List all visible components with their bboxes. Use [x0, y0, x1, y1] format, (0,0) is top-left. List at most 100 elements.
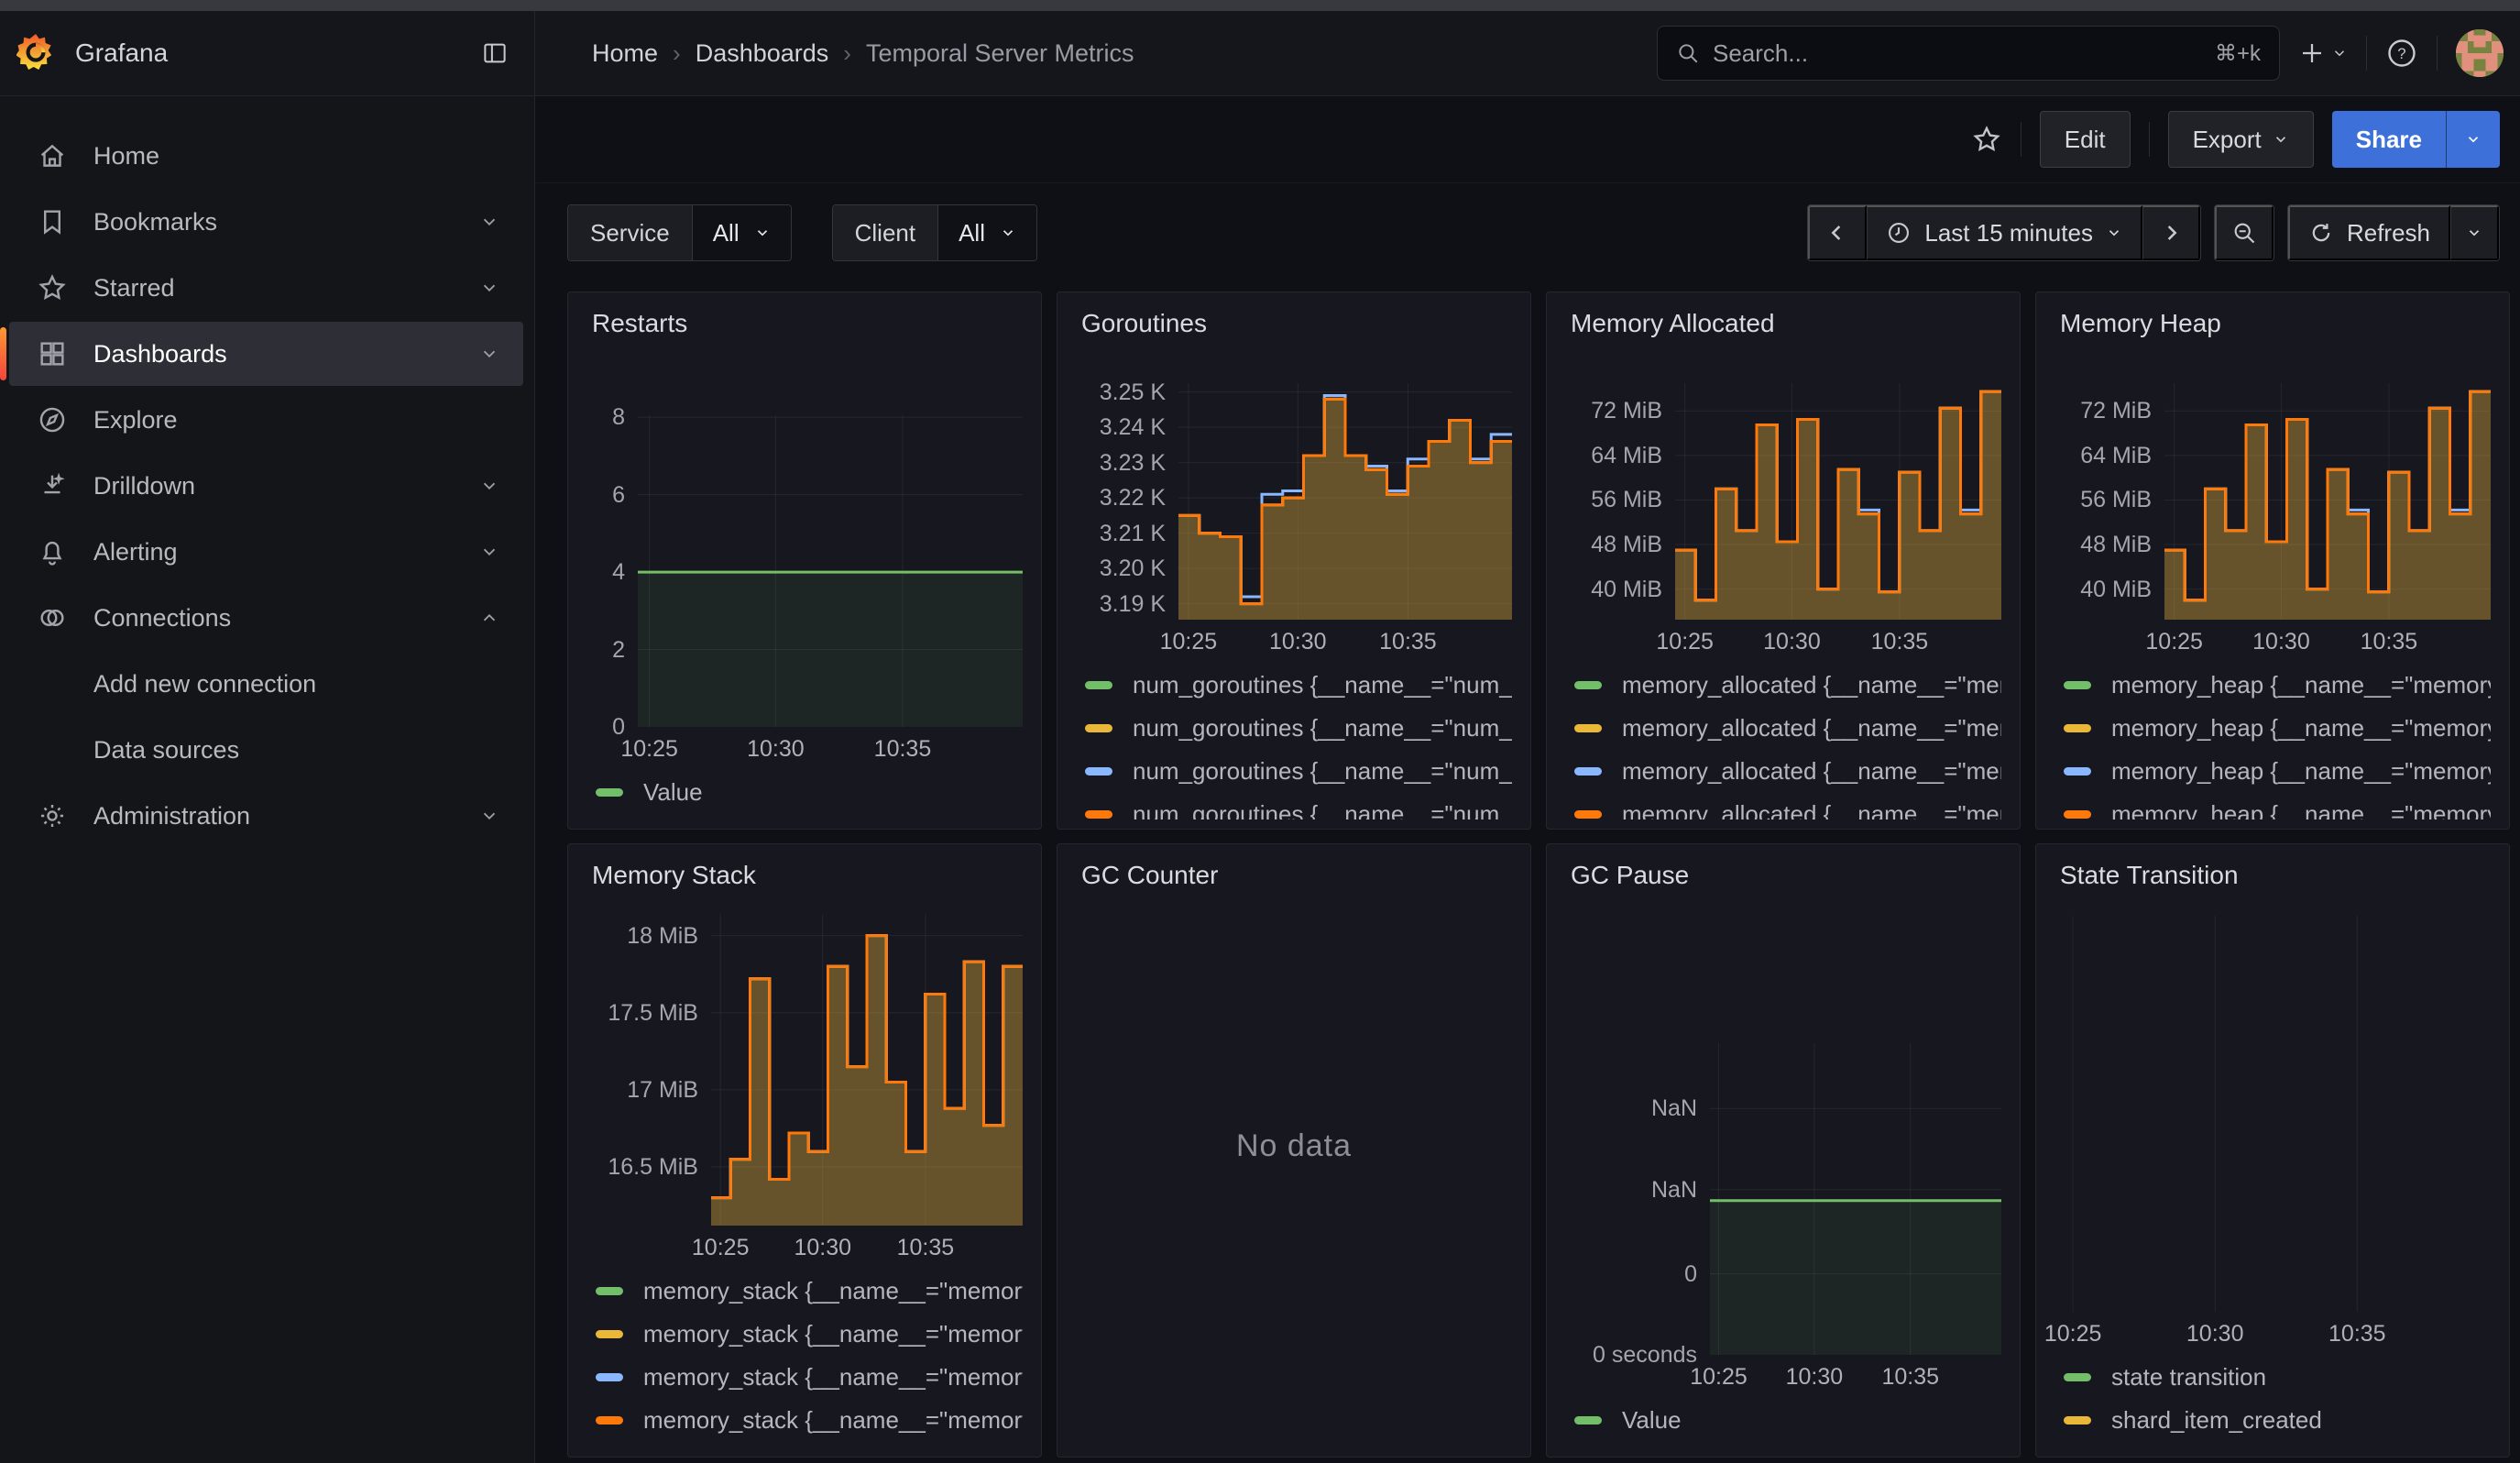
- legend-label[interactable]: Value: [1622, 1406, 1682, 1435]
- favorite-star-icon[interactable]: [1971, 124, 2002, 155]
- search-input[interactable]: Search... ⌘+k: [1657, 26, 2280, 81]
- help-button[interactable]: ?: [2385, 37, 2418, 70]
- legend-item[interactable]: memory_heap {__name__="memory_h: [2064, 755, 2491, 786]
- chevron-down-icon[interactable]: [479, 806, 499, 826]
- panel-title[interactable]: Memory Heap: [2060, 309, 2491, 338]
- legend-label[interactable]: num_goroutines {__name__="num_go: [1133, 800, 1512, 820]
- chart-plot[interactable]: [2060, 916, 2491, 1312]
- legend-item[interactable]: num_goroutines {__name__="num_go: [1085, 712, 1512, 743]
- user-avatar[interactable]: [2456, 29, 2504, 77]
- add-new-button[interactable]: [2298, 39, 2348, 67]
- legend-label[interactable]: memory_stack {__name__="memory_s: [643, 1320, 1023, 1348]
- legend-item[interactable]: num_goroutines {__name__="num_go: [1085, 755, 1512, 786]
- legend-label[interactable]: num_goroutines {__name__="num_go: [1133, 757, 1512, 786]
- sidebar-item-explore[interactable]: Explore: [9, 388, 523, 452]
- time-range-picker[interactable]: Last 15 minutes: [1867, 205, 2142, 260]
- client-filter-value[interactable]: All: [938, 205, 1036, 260]
- chevron-down-icon[interactable]: [479, 344, 499, 364]
- legend-label[interactable]: memory_heap {__name__="memory_h: [2111, 800, 2491, 820]
- legend-item[interactable]: memory_stack {__name__="memory_s: [596, 1361, 1023, 1392]
- legend-item[interactable]: memory_allocated {__name__="memo: [1574, 712, 2001, 743]
- sidebar-item-data-sources[interactable]: Data sources: [9, 718, 523, 782]
- legend-label[interactable]: memory_allocated {__name__="memo: [1622, 671, 2001, 699]
- chart-plot[interactable]: [2164, 383, 2491, 620]
- legend-item[interactable]: memory_stack {__name__="memory_s: [596, 1275, 1023, 1306]
- chart-plot[interactable]: [1675, 383, 2001, 620]
- share-options-button[interactable]: [2446, 111, 2500, 168]
- time-shift-back-button[interactable]: [1808, 205, 1867, 260]
- panel-title[interactable]: Memory Allocated: [1571, 309, 2001, 338]
- legend-label[interactable]: Value: [643, 778, 703, 807]
- legend-label[interactable]: memory_allocated {__name__="memo: [1622, 757, 2001, 786]
- legend-label[interactable]: memory_heap {__name__="memory_h: [2111, 671, 2491, 699]
- sidebar-item-drilldown[interactable]: Drilldown: [9, 454, 523, 518]
- legend-label[interactable]: memory_stack {__name__="memory_s: [643, 1363, 1023, 1392]
- dock-sidebar-icon[interactable]: [479, 39, 510, 67]
- legend-label[interactable]: memory_heap {__name__="memory_h: [2111, 757, 2491, 786]
- chart-plot[interactable]: [1710, 1043, 2001, 1355]
- sidebar-item-connections[interactable]: Connections: [9, 586, 523, 650]
- refresh-button[interactable]: Refresh: [2288, 205, 2450, 260]
- y-axis-tick-label: 3.25 K: [1057, 379, 1166, 406]
- breadcrumb-dashboards[interactable]: Dashboards: [696, 39, 829, 68]
- panel-title[interactable]: GC Counter: [1081, 861, 1512, 890]
- legend-item[interactable]: memory_allocated {__name__="memo: [1574, 798, 2001, 820]
- legend-label[interactable]: memory_stack {__name__="memory_s: [643, 1406, 1023, 1435]
- chevron-down-icon[interactable]: [479, 542, 499, 562]
- sidebar-item-bookmarks[interactable]: Bookmarks: [9, 190, 523, 254]
- legend-label[interactable]: memory_allocated {__name__="memo: [1622, 800, 2001, 820]
- legend-item[interactable]: memory_heap {__name__="memory_h: [2064, 712, 2491, 743]
- chevron-down-icon[interactable]: [479, 476, 499, 496]
- legend-item[interactable]: memory_stack {__name__="memory_s: [596, 1404, 1023, 1436]
- refresh-interval-button[interactable]: [2450, 205, 2499, 260]
- chart-plot[interactable]: [638, 415, 1023, 727]
- share-button[interactable]: Share: [2332, 111, 2446, 168]
- edit-button[interactable]: Edit: [2040, 111, 2131, 168]
- legend-item[interactable]: Value: [1574, 1404, 2001, 1436]
- chart-plot[interactable]: [711, 914, 1023, 1226]
- legend-item[interactable]: state transition: [2064, 1361, 2491, 1392]
- legend-label[interactable]: memory_stack {__name__="memory_s: [643, 1277, 1023, 1305]
- chevron-down-icon[interactable]: [479, 278, 499, 298]
- chart-plot[interactable]: [1178, 383, 1512, 620]
- y-axis-tick-label: 48 MiB: [2035, 531, 2152, 558]
- time-shift-forward-button[interactable]: [2142, 205, 2200, 260]
- legend-item[interactable]: memory_stack {__name__="memory_s: [596, 1318, 1023, 1349]
- service-filter-value[interactable]: All: [693, 205, 791, 260]
- export-button[interactable]: Export: [2168, 111, 2314, 168]
- sidebar-item-add-new-connection[interactable]: Add new connection: [9, 652, 523, 716]
- legend-label[interactable]: num_goroutines {__name__="num_go: [1133, 714, 1512, 742]
- chevron-up-icon[interactable]: [479, 608, 499, 628]
- sidebar-item-alerting[interactable]: Alerting: [9, 520, 523, 584]
- x-axis-tick-label: 10:25: [1690, 1364, 1748, 1391]
- legend-item[interactable]: memory_allocated {__name__="memo: [1574, 755, 2001, 786]
- legend-label[interactable]: state transition: [2111, 1363, 2266, 1392]
- legend-item[interactable]: num_goroutines {__name__="num_go: [1085, 669, 1512, 700]
- legend-item[interactable]: memory_heap {__name__="memory_h: [2064, 669, 2491, 700]
- legend-label[interactable]: memory_heap {__name__="memory_h: [2111, 714, 2491, 742]
- x-axis-tick-label: 10:30: [1763, 629, 1821, 655]
- panel-title[interactable]: GC Pause: [1571, 861, 2001, 890]
- sidebar-item-administration[interactable]: Administration: [9, 784, 523, 848]
- sidebar-item-dashboards[interactable]: Dashboards: [9, 322, 523, 386]
- panel-title[interactable]: Restarts: [592, 309, 1023, 338]
- zoom-out-button[interactable]: [2215, 205, 2273, 260]
- legend-label[interactable]: num_goroutines {__name__="num_go: [1133, 671, 1512, 699]
- panel-title[interactable]: Goroutines: [1081, 309, 1512, 338]
- panel-title[interactable]: Memory Stack: [592, 861, 1023, 890]
- y-axis: 86420: [586, 415, 638, 727]
- x-axis-tick-label: 10:25: [2145, 629, 2203, 655]
- chevron-down-icon[interactable]: [479, 212, 499, 232]
- breadcrumb-home[interactable]: Home: [592, 39, 658, 68]
- legend-item[interactable]: memory_allocated {__name__="memo: [1574, 669, 2001, 700]
- legend-label[interactable]: shard_item_created: [2111, 1406, 2322, 1435]
- sidebar-item-starred[interactable]: Starred: [9, 256, 523, 320]
- panel-title[interactable]: State Transition: [2060, 861, 2491, 890]
- legend-item[interactable]: memory_heap {__name__="memory_h: [2064, 798, 2491, 820]
- legend-item[interactable]: num_goroutines {__name__="num_go: [1085, 798, 1512, 820]
- legend-item[interactable]: shard_item_created: [2064, 1404, 2491, 1436]
- sidebar-item-home[interactable]: Home: [9, 124, 523, 188]
- legend-label[interactable]: memory_allocated {__name__="memo: [1622, 714, 2001, 742]
- legend-item[interactable]: Value: [596, 776, 1023, 808]
- service-filter: Service All: [567, 204, 792, 261]
